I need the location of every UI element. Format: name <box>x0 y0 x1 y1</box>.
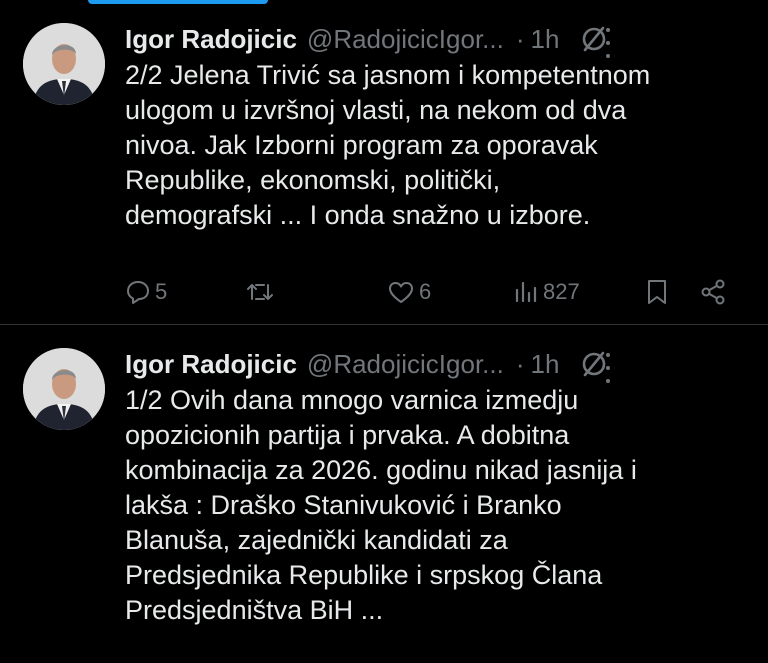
reply-count: 5 <box>155 279 168 304</box>
tweet-text: 1/2 Ovih dana mnogo varnica izmedju opoz… <box>125 383 745 628</box>
tweet-text-line: Predsjednika Republike i srpskog Člana <box>125 560 603 590</box>
timestamp[interactable]: 1h <box>531 24 560 55</box>
tweet-text: 2/2 Jelena Trivić sa jasnom i kompetentn… <box>125 58 745 233</box>
author-name[interactable]: Igor Radojicic <box>125 24 297 55</box>
share-button[interactable] <box>699 272 727 312</box>
timestamp[interactable]: 1h <box>531 349 560 380</box>
share-icon <box>699 278 727 306</box>
separator-dot: · <box>515 348 525 379</box>
tweet[interactable]: Igor Radojicic @RadojicicIgor... · 1h 2/… <box>0 0 768 325</box>
avatar[interactable] <box>23 23 105 105</box>
tweet-text-line: ulogom u izvršnoj vlasti, na nekom od dv… <box>125 95 627 125</box>
author-handle[interactable]: @RadojicicIgor... <box>307 349 504 380</box>
tweet-text-line: Predsjedništva BiH ... <box>125 595 384 625</box>
tweet-header: Igor Radojicic @RadojicicIgor... · 1h <box>125 20 745 58</box>
more-icon[interactable] <box>602 28 614 58</box>
reply-button[interactable]: 5 <box>125 272 167 312</box>
author-name[interactable]: Igor Radojicic <box>125 349 297 380</box>
tweet-text-line: Blanuša, zajednički kandidati za <box>125 525 508 555</box>
heart-icon <box>387 279 415 305</box>
tweet-text-line: Republike, ekonomski, politički, <box>125 165 501 195</box>
tweet-text-line: demografski ... I onda snažno u izbore. <box>125 200 591 230</box>
tweet-header: Igor Radojicic @RadojicicIgor... · 1h <box>125 345 745 383</box>
views-count: 827 <box>543 279 580 304</box>
more-icon[interactable] <box>602 353 614 383</box>
tweet-actions: 5 6 827 <box>125 272 735 312</box>
tweet-text-line: lakša : Draško Stanivuković i Branko <box>125 490 562 520</box>
reply-icon <box>125 279 151 305</box>
separator-dot: · <box>515 23 525 54</box>
bookmark-button[interactable] <box>645 272 669 312</box>
tweet-text-line: kombinacija za 2026. godinu nikad jasnij… <box>125 455 637 485</box>
tweet-text-line: 2/2 Jelena Trivić sa jasnom i kompetentn… <box>125 60 651 90</box>
tweet-text-line: 1/2 Ovih dana mnogo varnica izmedju <box>125 385 579 415</box>
tweet[interactable]: Igor Radojicic @RadojicicIgor... · 1h 1/… <box>0 325 768 663</box>
retweet-icon <box>245 279 275 305</box>
views-icon <box>513 279 539 305</box>
like-button[interactable]: 6 <box>387 272 431 312</box>
retweet-button[interactable] <box>245 272 275 312</box>
like-count: 6 <box>419 279 432 304</box>
views-button[interactable]: 827 <box>513 272 580 312</box>
bookmark-icon <box>645 278 669 306</box>
tweet-text-line: nivoa. Jak Izborni program za oporavak <box>125 130 598 160</box>
tweet-text-line: opozicionih partija i prvaka. A dobitna <box>125 420 570 450</box>
avatar[interactable] <box>23 348 105 430</box>
author-handle[interactable]: @RadojicicIgor... <box>307 24 504 55</box>
